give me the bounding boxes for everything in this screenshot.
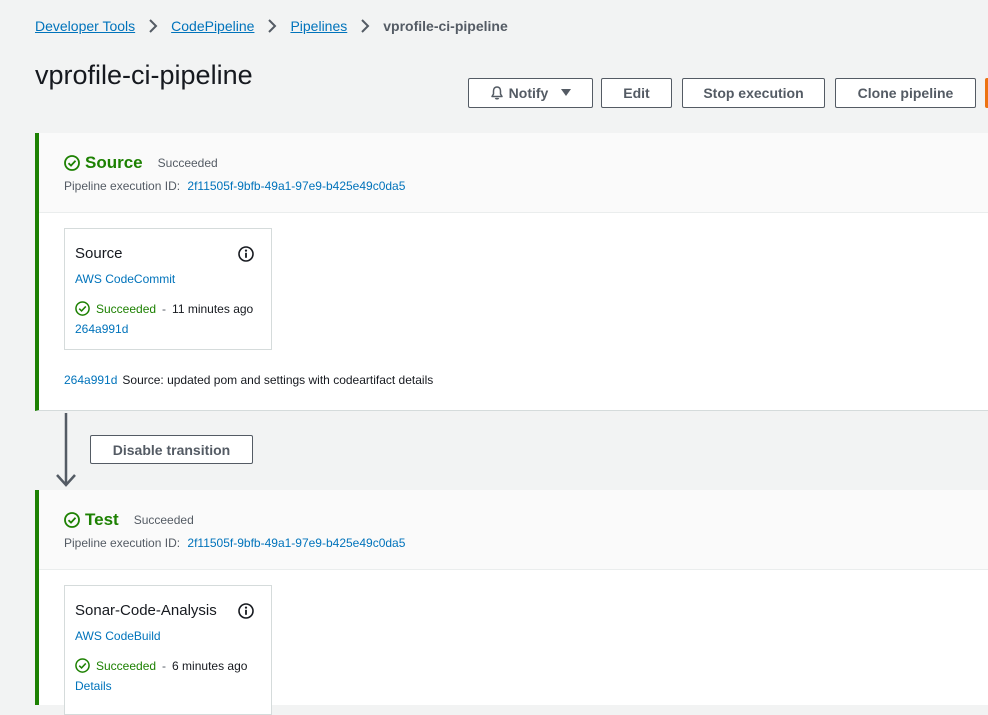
execution-id-label: Pipeline execution ID: — [64, 536, 181, 550]
stage-name: Test — [85, 510, 119, 529]
execution-id-line: Pipeline execution ID: 2f11505f-9bfb-49a… — [64, 179, 405, 193]
action-time: 6 minutes ago — [172, 658, 248, 673]
info-icon[interactable] — [238, 246, 254, 262]
notify-button[interactable]: Notify — [468, 78, 593, 108]
edit-button[interactable]: Edit — [601, 78, 672, 108]
breadcrumb-developer-tools[interactable]: Developer Tools — [35, 18, 135, 34]
execution-id-link[interactable]: 2f11505f-9bfb-49a1-97e9-b425e49c0da5 — [187, 179, 405, 193]
action-status-text: Succeeded — [96, 658, 157, 673]
chevron-right-icon — [149, 19, 158, 33]
check-circle-icon — [64, 512, 80, 528]
stage-title: Source Succeeded — [64, 153, 218, 173]
info-icon[interactable] — [238, 603, 254, 619]
commit-line: 264a991d Source: updated pom and settings… — [64, 373, 433, 387]
execution-id-label: Pipeline execution ID: — [64, 179, 181, 193]
action-details-link[interactable]: Details — [75, 679, 112, 693]
stage-title: Test Succeeded — [64, 510, 194, 530]
action-status: Succeeded - 11 minutes ago — [75, 301, 253, 316]
bell-icon — [490, 86, 503, 100]
check-circle-icon — [75, 301, 90, 316]
stage-header: Source Succeeded Pipeline execution ID: … — [39, 133, 988, 213]
separator-dash: - — [162, 301, 167, 316]
breadcrumb-codepipeline[interactable]: CodePipeline — [171, 18, 254, 34]
separator-dash: - — [162, 658, 167, 673]
action-title: Sonar-Code-Analysis — [75, 602, 217, 619]
breadcrumb-pipelines[interactable]: Pipelines — [290, 18, 347, 34]
commit-message: Source: updated pom and settings with co… — [122, 373, 434, 387]
chevron-right-icon — [268, 19, 277, 33]
check-circle-icon — [64, 155, 80, 171]
stop-execution-button[interactable]: Stop execution — [682, 78, 825, 108]
check-circle-icon — [75, 658, 90, 673]
execution-id-line: Pipeline execution ID: 2f11505f-9bfb-49a… — [64, 536, 405, 550]
arrow-down-icon — [56, 413, 76, 487]
stage-name: Source — [85, 153, 143, 172]
stage-status: Succeeded — [157, 156, 218, 170]
clone-pipeline-button[interactable]: Clone pipeline — [835, 78, 976, 108]
commit-id-link[interactable]: 264a991d — [64, 373, 117, 387]
disable-transition-button[interactable]: Disable transition — [90, 435, 253, 464]
breadcrumb: Developer Tools CodePipeline Pipelines v… — [35, 17, 508, 35]
chevron-right-icon — [361, 19, 370, 33]
action-status-text: Succeeded — [96, 301, 157, 316]
action-provider-link[interactable]: AWS CodeCommit — [75, 272, 175, 286]
action-status: Succeeded - 6 minutes ago — [75, 658, 247, 673]
action-commit-link[interactable]: 264a991d — [75, 322, 128, 336]
action-title: Source — [75, 245, 123, 262]
action-provider-link[interactable]: AWS CodeBuild — [75, 629, 161, 643]
action-card: Sonar-Code-Analysis AWS CodeBuild Succee… — [64, 585, 272, 715]
caret-down-icon — [561, 89, 572, 96]
action-card: Source AWS CodeCommit Succeeded - 11 min… — [64, 228, 272, 350]
stage-source: Source Succeeded Pipeline execution ID: … — [35, 133, 988, 411]
page-title: vprofile-ci-pipeline — [35, 60, 253, 90]
execution-id-link[interactable]: 2f11505f-9bfb-49a1-97e9-b425e49c0da5 — [187, 536, 405, 550]
action-time: 11 minutes ago — [172, 301, 254, 316]
notify-label: Notify — [508, 85, 549, 101]
breadcrumb-current: vprofile-ci-pipeline — [383, 18, 508, 34]
stage-status: Succeeded — [133, 513, 194, 527]
stage-test: Test Succeeded Pipeline execution ID: 2f… — [35, 490, 988, 715]
stage-header: Test Succeeded Pipeline execution ID: 2f… — [39, 490, 988, 570]
